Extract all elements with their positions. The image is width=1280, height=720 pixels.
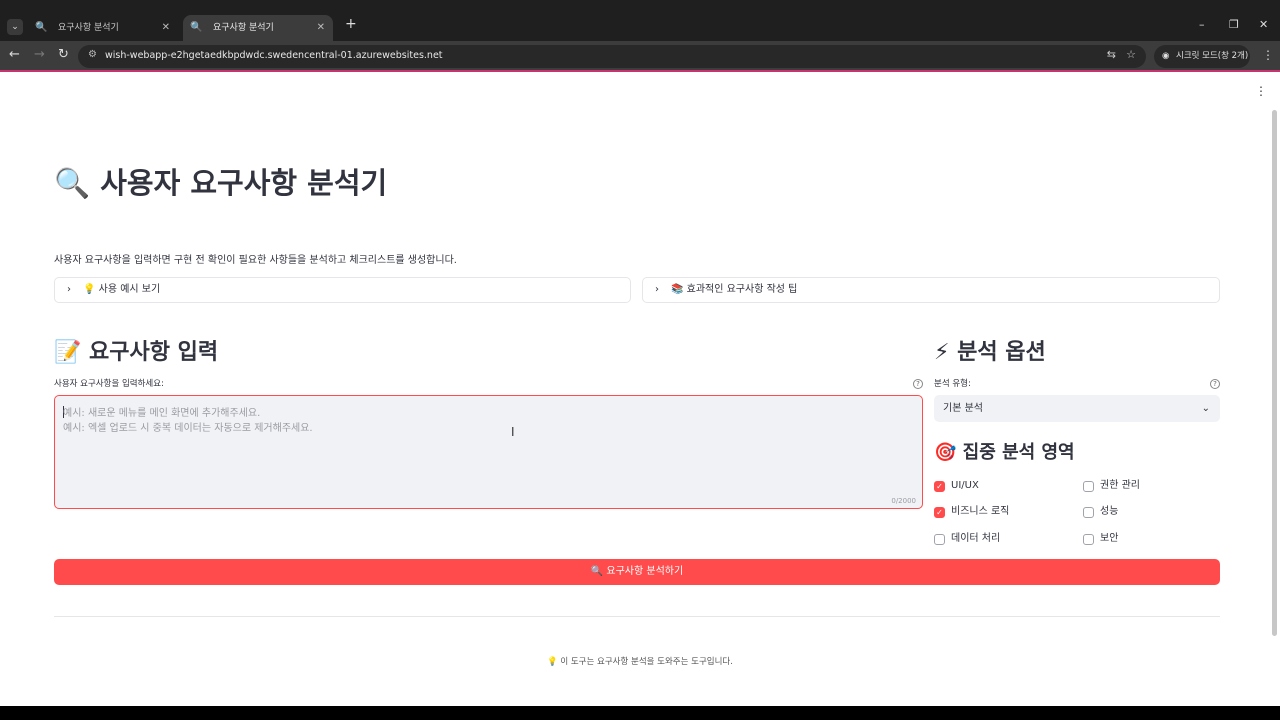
requirements-label: 사용자 요구사항을 입력하세요: xyxy=(54,379,164,389)
checkbox-security[interactable]: 보안 xyxy=(1083,533,1118,545)
browser-toolbar: ← → ↻ ⚙ wish-webapp-e2hgetaedkbpdwdc.swe… xyxy=(0,41,1280,72)
browser-window: ⌄ 🔍 요구사항 분석기 ✕ 🔍 요구사항 분석기 ✕ + – ❐ ✕ ← → … xyxy=(0,0,1280,720)
incognito-label: 시크릿 모드(창 2개) xyxy=(1176,51,1249,61)
chevron-down-icon: ⌄ xyxy=(1201,403,1210,414)
requirements-heading: 📝 요구사항 입력 xyxy=(54,340,219,365)
tab-strip: ⌄ 🔍 요구사항 분석기 ✕ 🔍 요구사항 분석기 ✕ + – ❐ ✕ xyxy=(0,0,1280,41)
address-bar[interactable]: ⚙ wish-webapp-e2hgetaedkbpdwdc.swedencen… xyxy=(78,45,1146,68)
tab-label: 요구사항 분석기 xyxy=(213,23,274,33)
checkbox-label: UI/UX xyxy=(951,480,979,491)
checkbox-permissions[interactable]: 권한 관리 xyxy=(1083,480,1140,492)
checkbox-label: 권한 관리 xyxy=(1100,480,1140,491)
checkbox-business-logic[interactable]: ✓ 비즈니스 로직 xyxy=(934,506,1009,518)
help-question-icon[interactable]: ? xyxy=(913,379,923,389)
browser-menu-icon[interactable]: ⋮ xyxy=(1262,48,1274,62)
checkbox-box xyxy=(934,534,945,545)
window-bottom-edge xyxy=(0,706,1280,720)
select-value: 기본 분석 xyxy=(943,403,983,414)
site-info-icon[interactable]: ⚙ xyxy=(88,49,97,60)
placeholder-line-2: 예시: 엑셀 업로드 시 중복 데이터는 자동으로 제거해주세요. xyxy=(63,423,313,434)
incognito-icon: ◉ xyxy=(1162,51,1170,61)
analysis-type-select[interactable]: 기본 분석 ⌄ xyxy=(934,395,1220,422)
back-arrow-icon[interactable]: ← xyxy=(9,47,20,62)
checkbox-data-processing[interactable]: 데이터 처리 xyxy=(934,533,1000,545)
magnifier-favicon-icon: 🔍 xyxy=(190,22,203,33)
page-scrollbar[interactable] xyxy=(1272,110,1277,636)
options-heading: ⚡ 분석 옵션 xyxy=(934,340,1046,365)
app-page: ⋮ 🔍 사용자 요구사항 분석기 사용자 요구사항을 입력하면 구현 전 확인이… xyxy=(0,74,1280,706)
ibeam-cursor-icon: I xyxy=(511,425,515,439)
checkbox-label: 성능 xyxy=(1100,506,1119,517)
app-menu-icon[interactable]: ⋮ xyxy=(1255,84,1267,98)
tab-close-icon[interactable]: ✕ xyxy=(317,15,325,41)
bookmark-star-icon[interactable]: ☆ xyxy=(1126,48,1136,61)
expander-label: 📚 효과적인 요구사항 작성 팁 xyxy=(671,284,798,295)
usage-examples-expander[interactable]: › 💡 사용 예시 보기 xyxy=(54,277,631,303)
tab-active[interactable]: 🔍 요구사항 분석기 ✕ xyxy=(183,15,333,41)
char-counter: 0/2000 xyxy=(891,497,916,505)
checkbox-label: 보안 xyxy=(1100,533,1119,544)
checkbox-box xyxy=(1083,481,1094,492)
analysis-type-label: 분석 유형: xyxy=(934,379,971,389)
requirements-textarea[interactable]: 예시: 새로운 메뉴를 메인 화면에 추가해주세요. 예시: 엑셀 업로드 시 … xyxy=(54,395,923,509)
analyze-button[interactable]: 🔍 요구사항 분석하기 xyxy=(54,559,1220,585)
checkmark-icon: ✓ xyxy=(934,507,945,518)
checkbox-uiux[interactable]: ✓ UI/UX xyxy=(934,480,979,492)
divider xyxy=(54,616,1220,617)
tab-search-icon[interactable]: ⌄ xyxy=(7,19,23,35)
checkbox-box xyxy=(1083,507,1094,518)
help-question-icon[interactable]: ? xyxy=(1210,379,1220,389)
checkbox-label: 데이터 처리 xyxy=(951,533,1001,544)
writing-tips-expander[interactable]: › 📚 효과적인 요구사항 작성 팁 xyxy=(642,277,1220,303)
checkmark-icon: ✓ xyxy=(934,481,945,492)
url-text: wish-webapp-e2hgetaedkbpdwdc.swedencentr… xyxy=(105,50,443,61)
tab-inactive[interactable]: 🔍 요구사항 분석기 ✕ xyxy=(28,15,178,41)
translate-icon[interactable]: ⇆ xyxy=(1107,48,1116,61)
new-tab-plus-icon[interactable]: + xyxy=(345,16,357,32)
reload-icon[interactable]: ↻ xyxy=(58,47,69,62)
chevron-right-icon: › xyxy=(67,284,71,295)
magnifier-favicon-icon: 🔍 xyxy=(35,22,48,33)
checkbox-performance[interactable]: 성능 xyxy=(1083,506,1118,518)
forward-arrow-icon[interactable]: → xyxy=(34,47,45,62)
expander-label: 💡 사용 예시 보기 xyxy=(83,284,161,295)
chevron-right-icon: › xyxy=(655,284,659,295)
incognito-indicator[interactable]: ◉ 시크릿 모드(창 2개) xyxy=(1154,45,1250,68)
checkbox-label: 비즈니스 로직 xyxy=(951,506,1010,517)
window-close-icon[interactable]: ✕ xyxy=(1259,18,1268,31)
checkbox-box xyxy=(1083,534,1094,545)
minimize-icon[interactable]: – xyxy=(1199,18,1205,31)
placeholder-line-1: 예시: 새로운 메뉴를 메인 화면에 추가해주세요. xyxy=(63,408,261,419)
focus-areas-heading: 🎯 집중 분석 영역 xyxy=(934,442,1075,463)
page-intro: 사용자 요구사항을 입력하면 구현 전 확인이 필요한 사항들을 분석하고 체크… xyxy=(54,255,457,266)
tab-close-icon[interactable]: ✕ xyxy=(162,15,170,41)
restore-icon[interactable]: ❐ xyxy=(1229,18,1239,31)
tab-label: 요구사항 분석기 xyxy=(58,23,119,33)
page-title: 🔍 사용자 요구사항 분석기 xyxy=(54,166,388,200)
footer-note: 💡 이 도구는 요구사항 분석을 도와주는 도구입니다. xyxy=(547,657,733,667)
